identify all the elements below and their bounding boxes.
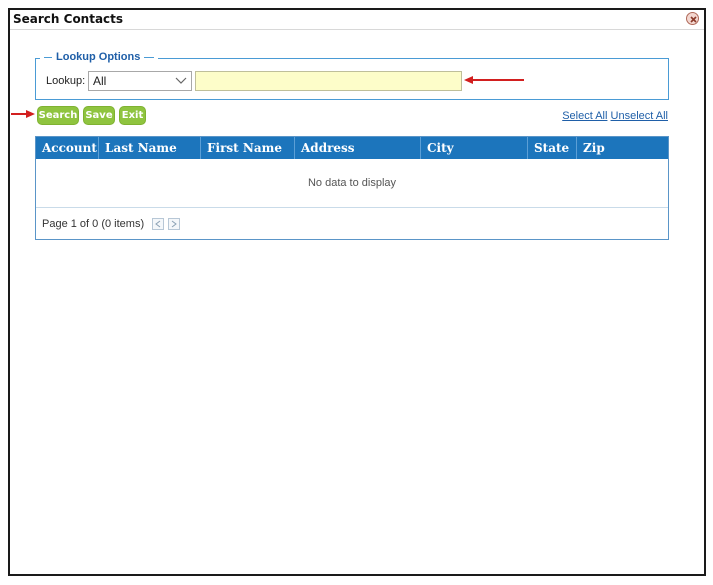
close-icon[interactable] <box>686 12 699 25</box>
lookup-select[interactable]: All <box>88 71 192 91</box>
lookup-input[interactable] <box>195 71 462 91</box>
unselect-all-link[interactable]: Unselect All <box>611 110 668 122</box>
search-button[interactable]: Search <box>37 106 79 125</box>
column-account[interactable]: Account <box>36 137 99 159</box>
lookup-options-legend: Lookup Options <box>40 51 159 63</box>
lookup-options-group: Lookup Options Lookup: All <box>35 51 669 100</box>
grid-pager: Page 1 of 0 (0 items) <box>36 207 668 239</box>
lookup-label: Lookup: <box>46 75 86 87</box>
column-zip[interactable]: Zip <box>577 137 668 159</box>
next-page-icon[interactable] <box>168 217 181 230</box>
chevron-down-icon <box>175 77 187 84</box>
column-last-name[interactable]: Last Name <box>99 137 201 159</box>
column-state[interactable]: State <box>528 137 577 159</box>
column-address[interactable]: Address <box>295 137 421 159</box>
grid-header: Account Last Name First Name Address Cit… <box>36 137 668 159</box>
annotation-arrow-input <box>464 76 524 84</box>
empty-message: No data to display <box>307 177 397 189</box>
column-first-name[interactable]: First Name <box>201 137 295 159</box>
lookup-select-value: All <box>93 74 107 88</box>
contacts-grid: Account Last Name First Name Address Cit… <box>35 136 669 240</box>
dialog-titlebar: Search Contacts <box>10 10 704 30</box>
prev-page-icon[interactable] <box>152 217 165 230</box>
lookup-options-title: Lookup Options <box>56 51 141 63</box>
search-contacts-dialog: Search Contacts Lookup Options Lookup: A… <box>8 8 706 576</box>
pager-summary: Page 1 of 0 (0 items) <box>42 217 145 230</box>
dialog-title: Search Contacts <box>13 12 124 26</box>
selection-links: Select All Unselect All <box>562 110 668 122</box>
annotation-arrow-search <box>11 110 35 118</box>
save-button[interactable]: Save <box>83 106 115 125</box>
column-city[interactable]: City <box>421 137 528 159</box>
exit-button[interactable]: Exit <box>119 106 146 125</box>
select-all-link[interactable]: Select All <box>562 110 607 122</box>
